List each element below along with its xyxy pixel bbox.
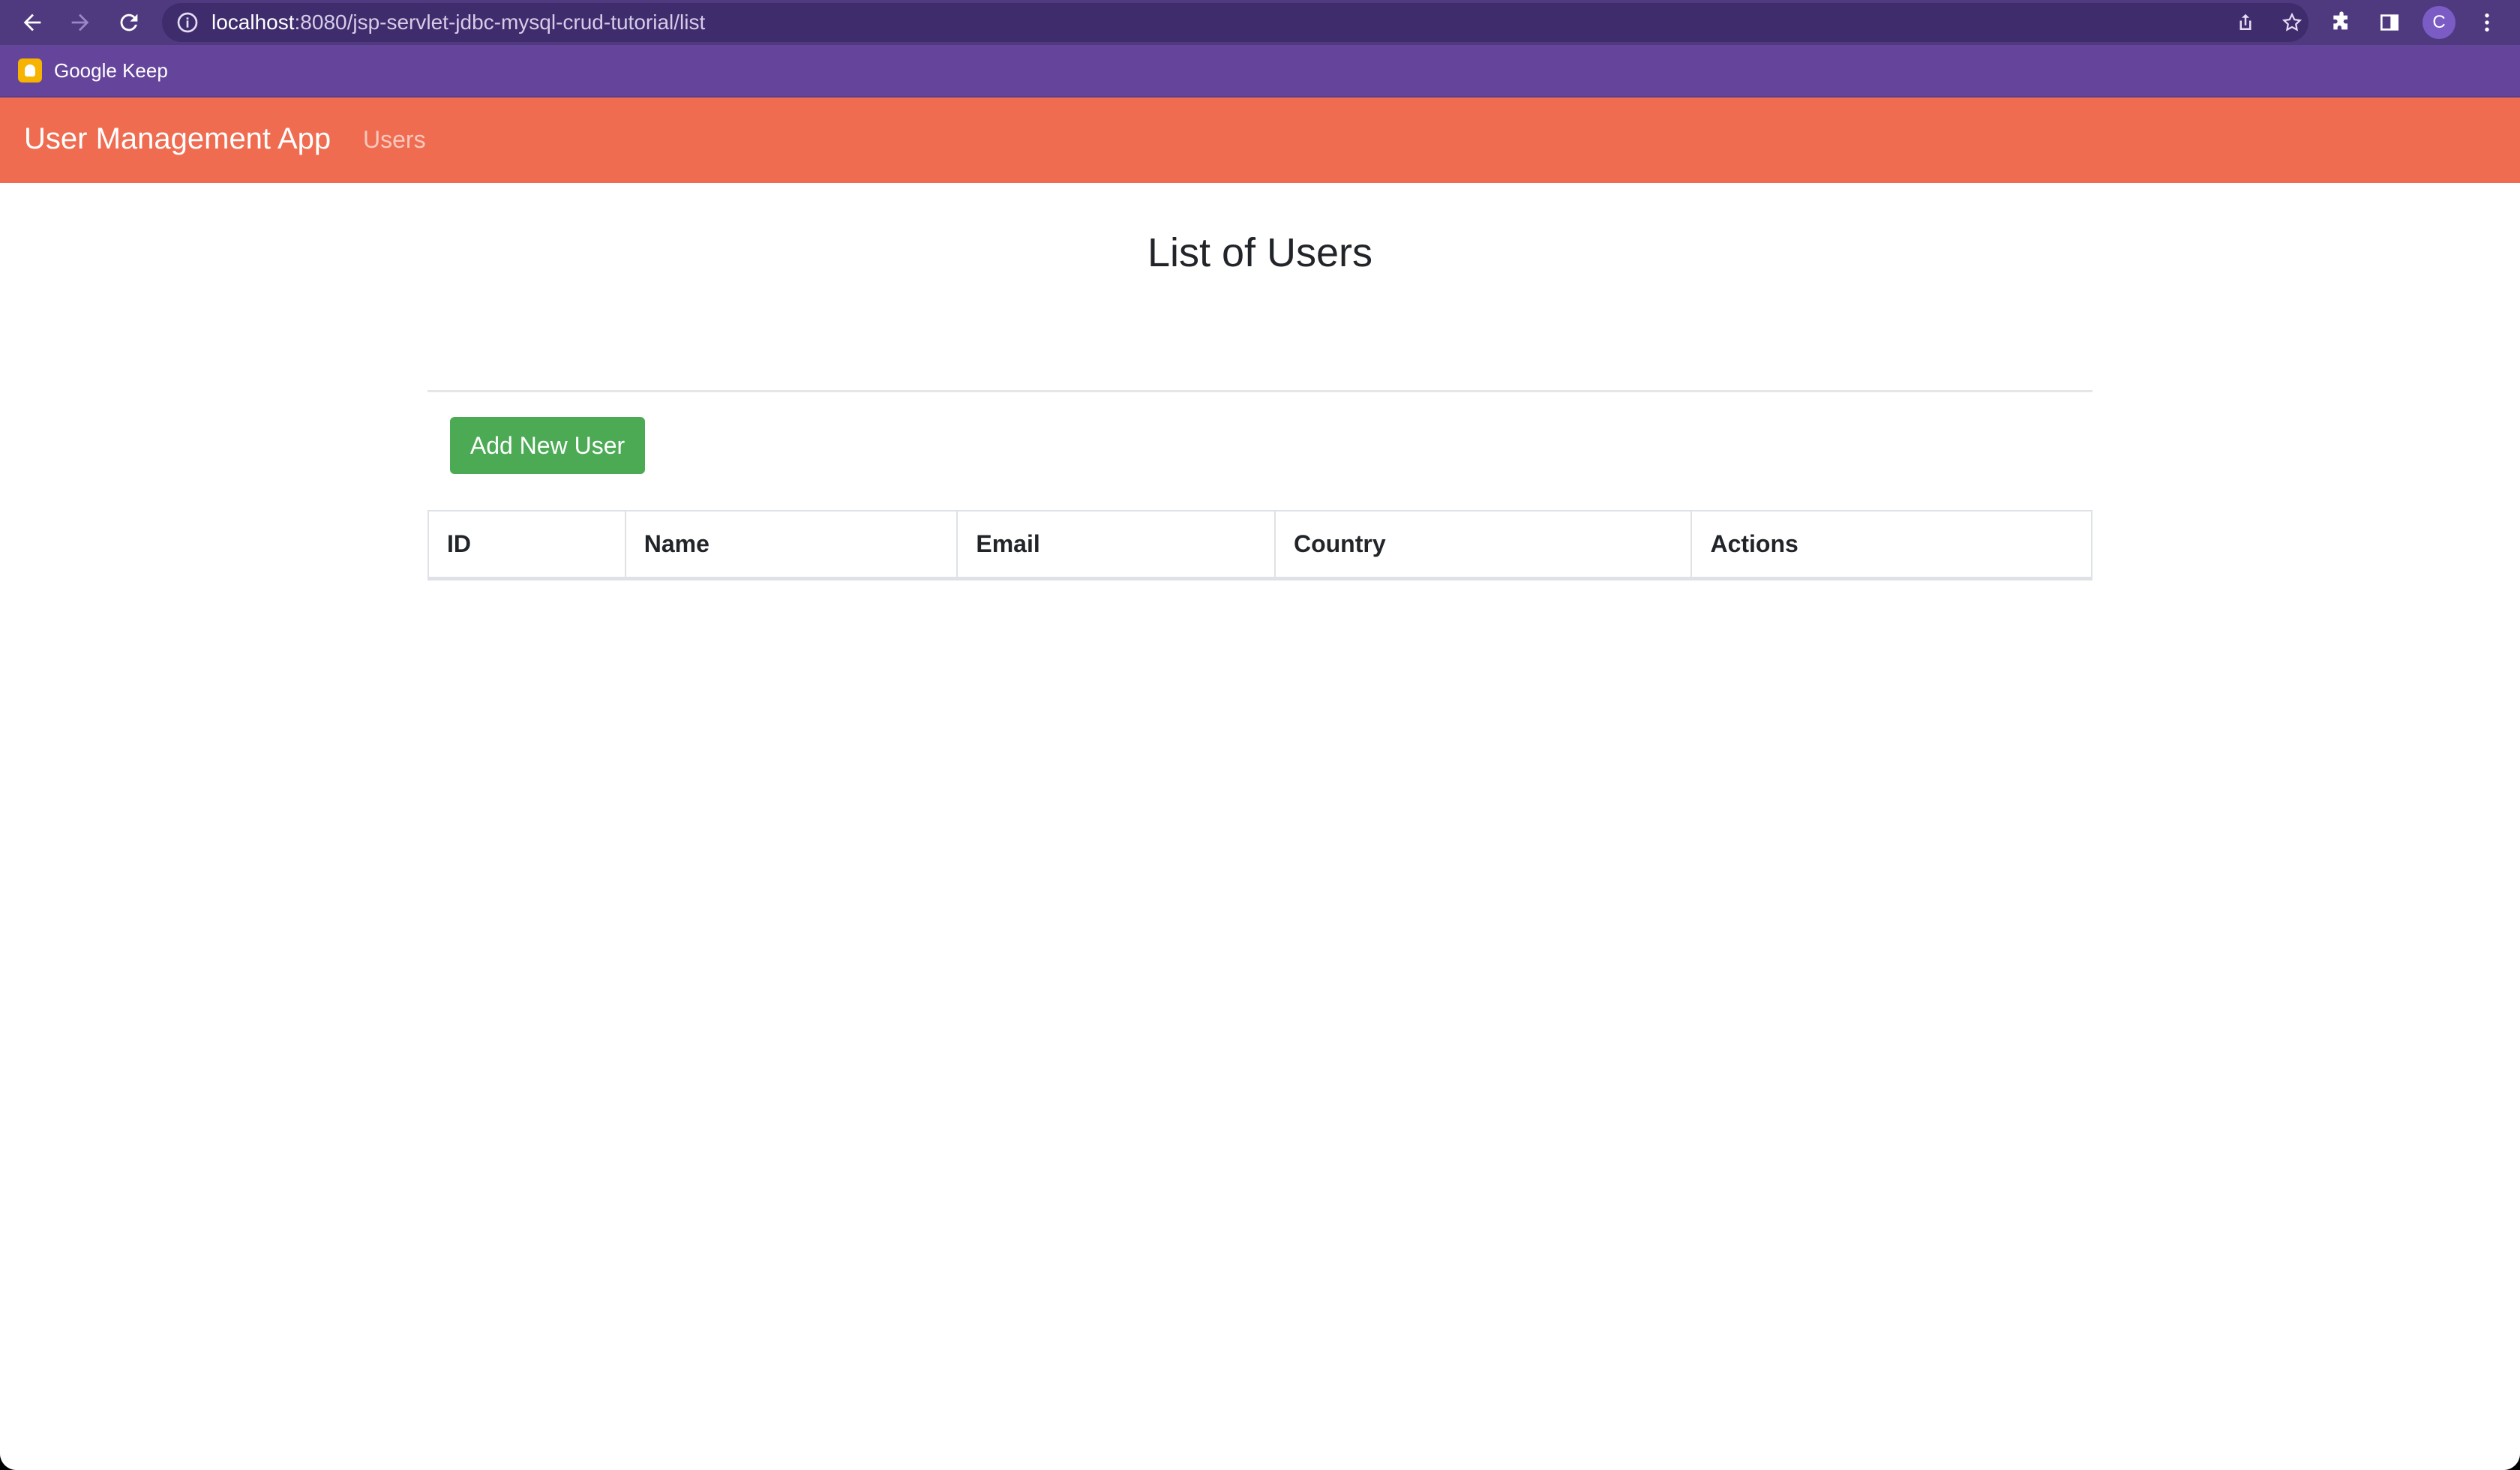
arrow-left-icon bbox=[23, 14, 41, 32]
app-navbar: User Management App Users bbox=[0, 98, 2520, 183]
kebab-menu-icon bbox=[2485, 14, 2489, 32]
puzzle-icon bbox=[2333, 11, 2348, 30]
url-path: :8080/jsp-servlet-jdbc-mysql-crud-tutori… bbox=[294, 10, 706, 34]
share-icon bbox=[2240, 14, 2252, 30]
divider bbox=[428, 390, 2092, 392]
bookmark-google-keep[interactable]: Google Keep bbox=[18, 56, 168, 86]
side-panel-icon bbox=[2380, 14, 2398, 31]
side-panel-button[interactable] bbox=[2374, 8, 2404, 38]
nav-link-users[interactable]: Users bbox=[363, 123, 426, 156]
reload-icon bbox=[120, 14, 138, 32]
url-host: localhost bbox=[212, 10, 295, 34]
column-header-email: Email bbox=[956, 510, 1276, 580]
share-button[interactable] bbox=[2232, 9, 2259, 36]
browser-menu-button[interactable] bbox=[2472, 8, 2502, 38]
bookmark-label: Google Keep bbox=[54, 58, 168, 82]
bookmarks-bar: Google Keep bbox=[0, 45, 2520, 98]
page-content: User Management App Users List of Users … bbox=[0, 98, 2520, 1470]
column-header-name: Name bbox=[624, 510, 958, 580]
bookmark-star-button[interactable] bbox=[2278, 9, 2306, 36]
column-header-id: ID bbox=[428, 510, 626, 580]
users-table: ID Name Email Country Actions bbox=[428, 510, 2092, 580]
info-icon[interactable] bbox=[176, 10, 200, 34]
column-header-country: Country bbox=[1274, 510, 1693, 580]
reload-button[interactable] bbox=[111, 4, 147, 40]
arrow-right-icon bbox=[71, 14, 89, 32]
back-button[interactable] bbox=[14, 4, 50, 40]
address-bar[interactable]: localhost:8080/jsp-servlet-jdbc-mysql-cr… bbox=[162, 3, 2308, 42]
page-title: List of Users bbox=[1147, 230, 1373, 275]
profile-avatar[interactable]: C bbox=[2422, 6, 2456, 39]
table-header-row: ID Name Email Country Actions bbox=[428, 510, 2092, 580]
url-text[interactable]: localhost:8080/jsp-servlet-jdbc-mysql-cr… bbox=[212, 3, 705, 42]
browser-toolbar: localhost:8080/jsp-servlet-jdbc-mysql-cr… bbox=[0, 0, 2520, 45]
google-keep-icon bbox=[18, 58, 42, 82]
star-icon bbox=[2282, 12, 2302, 32]
column-header-actions: Actions bbox=[1690, 510, 2092, 580]
extensions-button[interactable] bbox=[2326, 8, 2356, 38]
forward-button[interactable] bbox=[62, 4, 98, 40]
add-new-user-button[interactable]: Add New User bbox=[450, 417, 645, 474]
browser-window: localhost:8080/jsp-servlet-jdbc-mysql-cr… bbox=[0, 0, 2520, 1470]
navbar-brand[interactable]: User Management App bbox=[24, 120, 331, 158]
